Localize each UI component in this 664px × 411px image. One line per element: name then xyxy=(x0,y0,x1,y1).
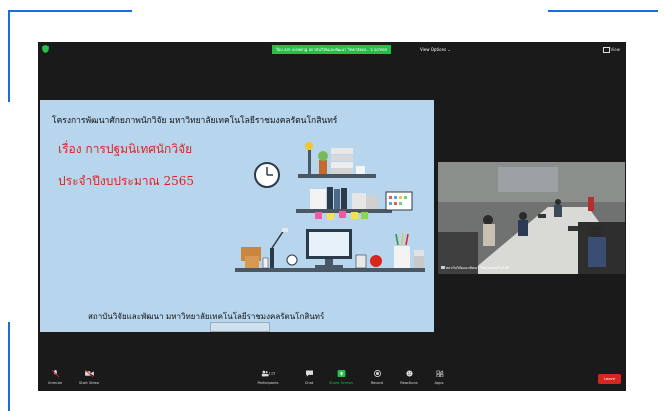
office-shelf-illustration xyxy=(235,142,425,272)
meeting-room-video-frame xyxy=(438,162,625,274)
security-shield-icon[interactable] xyxy=(42,45,49,53)
participant-name: สถาบันวิจัยและพัฒนา วิทยาลัยเทคโนโลยี xyxy=(446,266,509,270)
shared-slide: โครงการพัฒนาศักยภาพนักวิจัย มหาวิทยาลัยเ… xyxy=(40,100,434,332)
unmute-button[interactable]: Unmute xyxy=(40,370,70,385)
slide-subtitle-line-1: เรื่อง การปฐมนิเทศนักวิจัย xyxy=(58,142,193,156)
leave-button[interactable]: Leave xyxy=(598,374,621,384)
reactions-icon xyxy=(405,370,413,377)
desk-shelf xyxy=(235,268,425,272)
start-video-label: Start Video xyxy=(79,381,99,385)
video-camera-off-icon xyxy=(84,370,94,377)
slide-mini-toolbar[interactable] xyxy=(210,322,270,332)
microphone-muted-icon xyxy=(51,370,59,377)
frame-line-top-left xyxy=(8,10,132,12)
view-label: View xyxy=(610,47,621,52)
participant-count: 115 xyxy=(268,371,276,376)
shelf-1 xyxy=(298,174,376,178)
frame-line-top-right xyxy=(548,10,658,12)
participant-video[interactable]: สถาบันวิจัยและพัฒนา วิทยาลัยเทคโนโลยี xyxy=(438,162,625,274)
slide-footer: สถาบันวิจัยและพัฒนา มหาวิทยาลัยเทคโนโลยี… xyxy=(88,312,325,321)
chat-button[interactable]: Chat xyxy=(294,370,324,385)
screen-share-banner: You are viewing สถาบันวิจัยและพัฒนา วิทย… xyxy=(272,45,392,54)
participants-icon xyxy=(261,370,269,377)
view-options-button[interactable]: View Options ⌄ xyxy=(420,45,451,54)
participant-name-label: สถาบันวิจัยและพัฒนา วิทยาลัยเทคโนโลยี xyxy=(441,265,509,271)
zoom-top-bar: You are viewing สถาบันวิจัยและพัฒนา วิทย… xyxy=(38,42,626,56)
share-screen-button[interactable]: Share Screen xyxy=(326,370,356,385)
frame-line-left-lower xyxy=(8,322,10,411)
record-icon xyxy=(373,370,381,377)
zoom-window: You are viewing สถาบันวิจัยและพัฒนา วิทย… xyxy=(38,42,626,391)
chat-label: Chat xyxy=(304,381,314,385)
share-screen-label: Share Screen xyxy=(329,381,353,385)
frame-line-left-upper xyxy=(8,10,10,102)
record-label: Record xyxy=(370,381,384,385)
signal-icon xyxy=(441,266,445,269)
record-button[interactable]: Record xyxy=(362,370,392,385)
slide-subtitle-line-2: ประจำปีงบประมาณ 2565 xyxy=(58,174,195,188)
unmute-label: Unmute xyxy=(47,381,63,385)
participants-button[interactable]: 115 Participants xyxy=(253,370,283,385)
chat-icon xyxy=(305,370,313,377)
apps-label: Apps xyxy=(434,381,444,385)
apps-icon xyxy=(436,370,443,377)
participants-label: Participants xyxy=(257,381,279,385)
grid-icon xyxy=(602,47,610,53)
slide-title: โครงการพัฒนาศักยภาพนักวิจัย มหาวิทยาลัยเ… xyxy=(52,116,338,126)
start-video-button[interactable]: Start Video xyxy=(74,370,104,385)
view-button[interactable]: View xyxy=(602,47,621,53)
apps-button[interactable]: Apps xyxy=(424,370,454,385)
reactions-label: Reactions xyxy=(400,381,418,385)
reactions-button[interactable]: Reactions xyxy=(394,370,424,385)
share-screen-icon xyxy=(337,370,345,377)
zoom-control-bar: Unmute Start Video 115 Participants Chat… xyxy=(38,367,626,391)
